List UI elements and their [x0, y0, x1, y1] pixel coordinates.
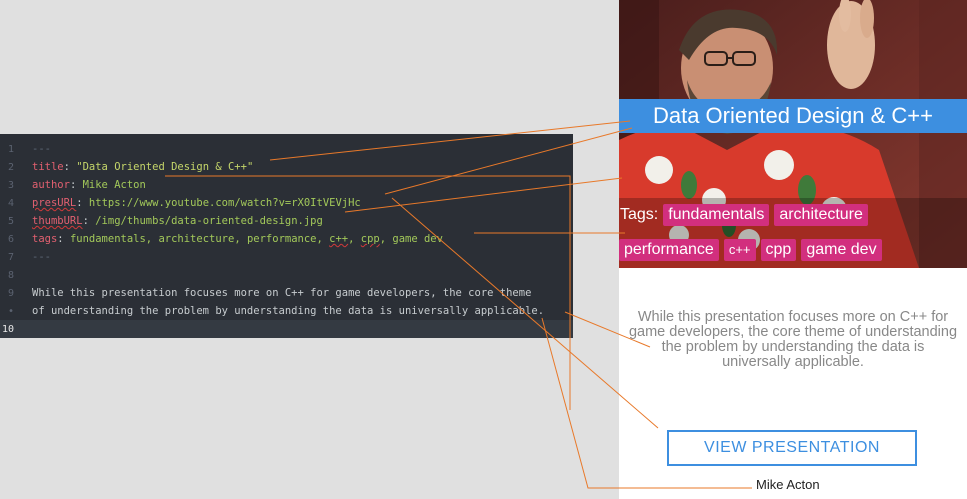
tag-architecture[interactable]: architecture [774, 204, 868, 226]
line-number: 8 [7, 270, 14, 281]
line-number: 3 [7, 180, 14, 191]
line-number: 10 [1, 324, 14, 335]
code-line[interactable]: 2 title: "Data Oriented Design & C++" [0, 158, 573, 176]
tag-performance[interactable]: performance [619, 239, 719, 261]
tag-cpp[interactable]: cpp [760, 239, 797, 261]
code-token: tags [32, 233, 58, 245]
code-token: "Data Oriented Design & C++" [76, 161, 254, 173]
code-line[interactable]: 7 --- [0, 248, 573, 266]
tags-label: Tags: [620, 206, 659, 223]
line-number: • [7, 306, 14, 317]
code-token: thumbURL [32, 215, 83, 227]
line-number: 9 [7, 288, 14, 299]
code-token: /img/thumbs/data-oriented-design.jpg [95, 215, 323, 227]
tags-row-1: Tags: fundamentals architecture [619, 202, 967, 228]
code-line[interactable]: 4 presURL: https://www.youtube.com/watch?… [0, 194, 573, 212]
code-token: : [76, 197, 89, 209]
code-token: of understanding the problem by understa… [32, 305, 545, 317]
line-number: 7 [7, 252, 14, 263]
line-number: 5 [7, 216, 14, 227]
code-token: , [348, 233, 361, 245]
author-output: Mike Acton [756, 477, 820, 492]
code-token: --- [32, 251, 51, 263]
code-token: author [32, 179, 70, 191]
code-line[interactable]: 3 author: Mike Acton [0, 176, 573, 194]
code-token: : [82, 215, 96, 227]
view-presentation-button[interactable]: VIEW PRESENTATION [667, 430, 917, 466]
code-token: presURL [32, 197, 77, 209]
tag-c-plus-plus[interactable]: c++ [723, 239, 756, 261]
code-token: , game dev [379, 233, 443, 245]
code-token: fundamentals, architecture, performance, [69, 233, 330, 245]
tags-row-2: performance c++ cpp game dev [619, 237, 967, 263]
code-token: title [32, 161, 64, 173]
code-line[interactable]: 6 tags: fundamentals, architecture, perfo… [0, 230, 573, 248]
code-token: cpp [360, 233, 380, 245]
line-number: 4 [7, 198, 14, 209]
code-token: Mike Acton [82, 179, 146, 191]
code-token: --- [32, 143, 51, 155]
code-token: : [69, 179, 83, 191]
tag-fundamentals[interactable]: fundamentals [663, 204, 770, 226]
code-token: While this presentation focuses more on … [32, 287, 532, 299]
code-line[interactable]: 10 [0, 320, 573, 338]
code-line[interactable]: 5 thumbURL: /img/thumbs/data-oriented-des… [0, 212, 573, 230]
code-line[interactable]: 9 While this presentation focuses more on… [0, 284, 573, 302]
tag-game-dev[interactable]: game dev [801, 239, 882, 261]
code-line[interactable]: 1 --- [0, 140, 573, 158]
presentation-description: While this presentation focuses more on … [628, 309, 958, 370]
code-line[interactable]: 8 [0, 266, 573, 284]
code-token: : [57, 233, 70, 245]
code-line[interactable]: • of understanding the problem by underst… [0, 302, 573, 320]
presentation-title[interactable]: Data Oriented Design & C++ [619, 99, 967, 133]
code-token: c++ [329, 233, 349, 245]
code-editor[interactable]: 1 --- 2 title: "Data Oriented Design & C++"… [0, 134, 573, 338]
line-number: 2 [7, 162, 14, 173]
line-number: 1 [7, 144, 14, 155]
presentation-card: Data Oriented Design & C++ Tags: fundame… [619, 0, 967, 499]
code-token: : [63, 161, 77, 173]
line-number: 6 [7, 234, 14, 245]
presentation-thumbnail: Data Oriented Design & C++ Tags: fundame… [619, 0, 967, 268]
code-token: https://www.youtube.com/watch?v=rX0ItVEV… [88, 197, 361, 209]
